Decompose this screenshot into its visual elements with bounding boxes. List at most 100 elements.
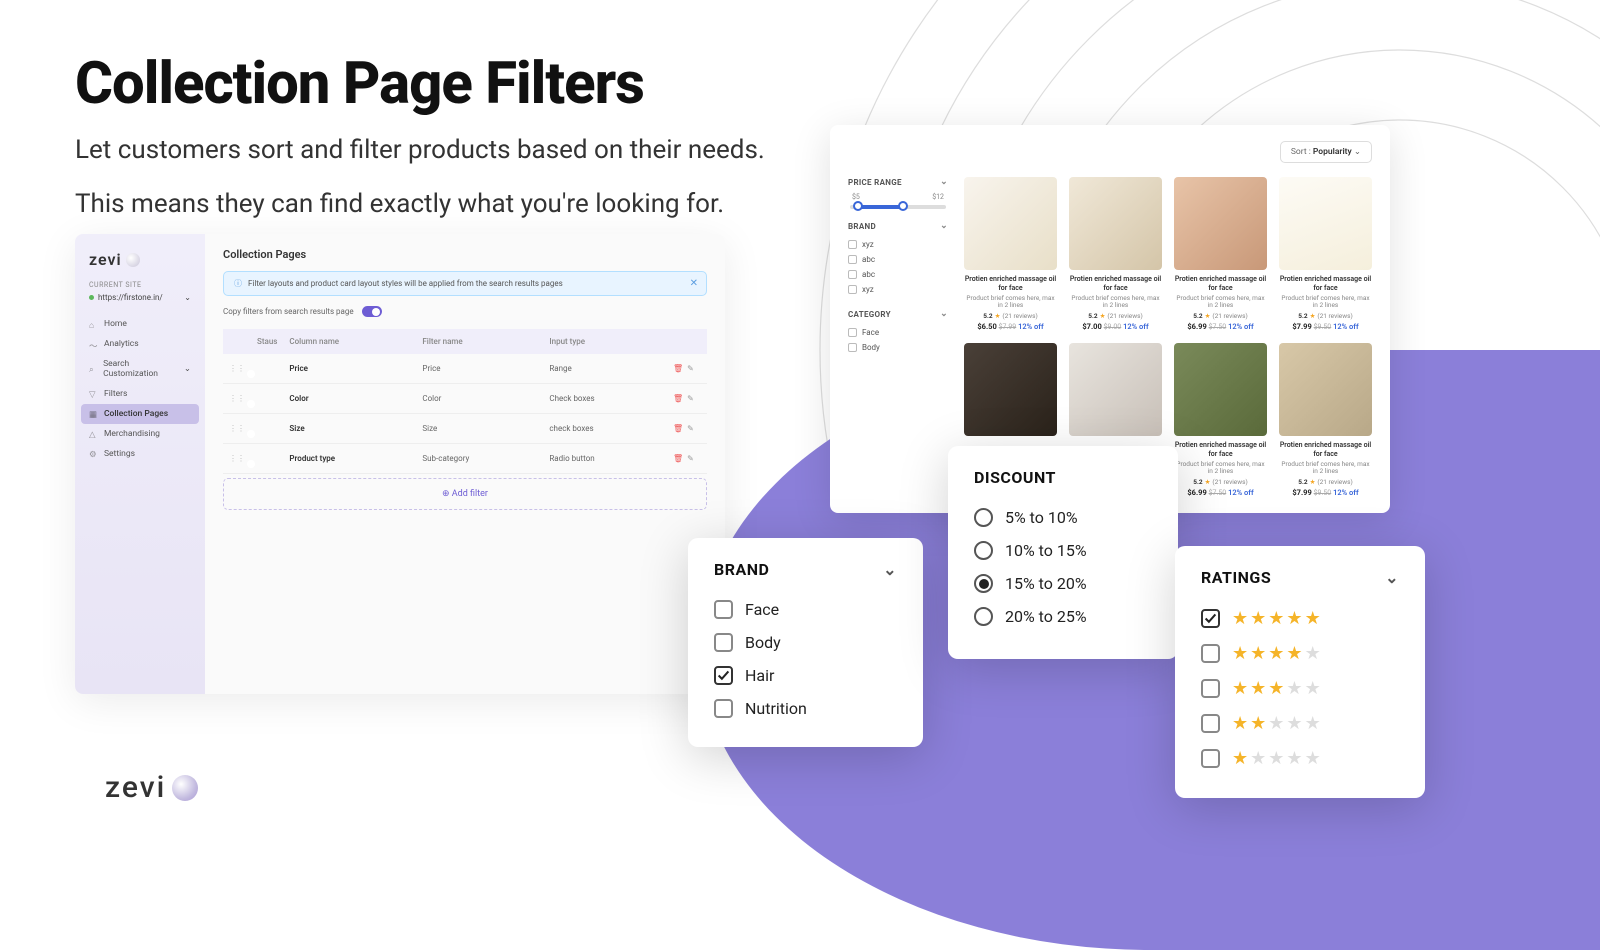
discount-option[interactable]: 20% to 25% bbox=[974, 600, 1152, 633]
checkbox-icon bbox=[714, 600, 733, 619]
checkbox-icon bbox=[1201, 749, 1220, 768]
checkbox-icon bbox=[848, 285, 857, 294]
discount-filter-popup: DISCOUNT 5% to 10%10% to 15%15% to 20%20… bbox=[948, 446, 1178, 659]
stars-icon: ★★★★★ bbox=[1232, 608, 1321, 629]
admin-page-title: Collection Pages bbox=[223, 248, 707, 261]
filter-option[interactable]: Face bbox=[848, 325, 948, 340]
radio-icon bbox=[974, 607, 993, 626]
brand-option[interactable]: Face bbox=[714, 593, 897, 626]
ratings-filter-popup: RATINGS⌄ ★★★★★★★★★★★★★★★★★★★★★★★★★ bbox=[1175, 546, 1425, 798]
delete-icon[interactable]: 🗑 bbox=[673, 454, 683, 463]
product-image bbox=[1069, 343, 1162, 436]
delete-icon[interactable]: 🗑 bbox=[673, 364, 683, 373]
rating-option[interactable]: ★★★★★ bbox=[1201, 706, 1399, 741]
filter-option[interactable]: xyz bbox=[848, 237, 948, 252]
site-selector[interactable]: https://firstone.in/⌄ bbox=[81, 289, 199, 314]
table-row: ⋮⋮SizeSizecheck boxes🗑 ✎ bbox=[223, 414, 707, 444]
status-dot-icon bbox=[89, 295, 94, 300]
discount-option[interactable]: 15% to 20% bbox=[974, 567, 1152, 600]
admin-panel: zevi CURRENT SITE https://firstone.in/⌄ … bbox=[75, 234, 725, 694]
th-column: Column name bbox=[283, 329, 416, 354]
product-card[interactable]: Protien enriched massage oil for facePro… bbox=[1279, 177, 1372, 331]
discount-option[interactable]: 5% to 10% bbox=[974, 501, 1152, 534]
banner-close-icon[interactable]: ✕ bbox=[690, 278, 698, 289]
checkbox-icon bbox=[848, 328, 857, 337]
rating-option[interactable]: ★★★★★ bbox=[1201, 601, 1399, 636]
filter-option[interactable]: abc bbox=[848, 252, 948, 267]
nav-collection-pages[interactable]: ▦Collection Pages bbox=[81, 404, 199, 424]
checkbox-icon bbox=[1201, 644, 1220, 663]
chevron-down-icon[interactable]: ⌄ bbox=[940, 221, 948, 231]
product-card[interactable]: Protien enriched massage oil for facePro… bbox=[1279, 343, 1372, 497]
product-card[interactable]: Protien enriched massage oil for facePro… bbox=[1174, 177, 1267, 331]
checkbox-icon bbox=[714, 633, 733, 652]
add-filter-button[interactable]: ⊕ Add filter bbox=[223, 478, 707, 510]
nav-settings[interactable]: ⚙Settings bbox=[81, 444, 199, 464]
radio-icon bbox=[974, 508, 993, 527]
brand-option[interactable]: Nutrition bbox=[714, 692, 897, 725]
brand-option[interactable]: Hair bbox=[714, 659, 897, 692]
logo-dot-icon bbox=[126, 253, 140, 267]
rating-option[interactable]: ★★★★★ bbox=[1201, 636, 1399, 671]
drag-icon[interactable]: ⋮⋮ bbox=[223, 354, 251, 384]
product-image bbox=[1279, 343, 1372, 436]
product-image bbox=[1069, 177, 1162, 270]
product-image bbox=[1174, 177, 1267, 270]
product-card[interactable]: Protien enriched massage oil for facePro… bbox=[1069, 177, 1162, 331]
filter-option[interactable]: abc bbox=[848, 267, 948, 282]
filter-price-range: PRICE RANGE⌄ $5$12 bbox=[848, 177, 948, 209]
info-banner: ⓘ Filter layouts and product card layout… bbox=[223, 271, 707, 296]
hero-line2: This means they can find exactly what yo… bbox=[75, 184, 765, 226]
page-title: Collection Page Filters bbox=[75, 50, 765, 118]
filter-option[interactable]: xyz bbox=[848, 282, 948, 297]
stars-icon: ★★★★★ bbox=[1232, 748, 1321, 769]
discount-option[interactable]: 10% to 15% bbox=[974, 534, 1152, 567]
copy-filters-row: Copy filters from search results page bbox=[223, 306, 707, 317]
chevron-down-icon[interactable]: ⌄ bbox=[940, 309, 948, 319]
stars-icon: ★★★★★ bbox=[1232, 678, 1321, 699]
admin-main: Collection Pages ⓘ Filter layouts and pr… bbox=[205, 234, 725, 694]
rating-option[interactable]: ★★★★★ bbox=[1201, 741, 1399, 776]
table-row: ⋮⋮PricePriceRange🗑 ✎ bbox=[223, 354, 707, 384]
logo-dot-icon bbox=[172, 775, 198, 801]
nav-analytics[interactable]: 〜Analytics bbox=[81, 334, 199, 354]
chevron-down-icon[interactable]: ⌄ bbox=[1385, 568, 1399, 587]
nav-merchandising[interactable]: △Merchandising bbox=[81, 424, 199, 444]
footer-logo: zevi bbox=[105, 770, 198, 805]
nav-filters[interactable]: ▽Filters bbox=[81, 384, 199, 404]
delete-icon[interactable]: 🗑 bbox=[673, 394, 683, 403]
delete-icon[interactable]: 🗑 bbox=[673, 424, 683, 433]
brand-filter-popup: BRAND ⌄ FaceBodyHairNutrition bbox=[688, 538, 923, 747]
drag-icon[interactable]: ⋮⋮ bbox=[223, 444, 251, 474]
drag-icon[interactable]: ⋮⋮ bbox=[223, 384, 251, 414]
product-card[interactable]: Protien enriched massage oil for facePro… bbox=[964, 177, 1057, 331]
edit-icon[interactable]: ✎ bbox=[687, 364, 694, 373]
radio-icon bbox=[974, 574, 993, 593]
table-row: ⋮⋮Product typeSub-categoryRadio button🗑 … bbox=[223, 444, 707, 474]
stars-icon: ★★★★★ bbox=[1232, 713, 1321, 734]
sort-dropdown[interactable]: Sort : Popularity ⌄ bbox=[1280, 141, 1372, 163]
radio-icon bbox=[974, 541, 993, 560]
brand-popup-title: BRAND bbox=[714, 560, 769, 579]
checkbox-icon bbox=[714, 699, 733, 718]
product-image bbox=[1174, 343, 1267, 436]
copy-filters-toggle[interactable] bbox=[362, 306, 382, 317]
brand-option[interactable]: Body bbox=[714, 626, 897, 659]
filter-category: CATEGORY⌄ FaceBody bbox=[848, 309, 948, 355]
product-image bbox=[964, 343, 1057, 436]
copy-filters-label: Copy filters from search results page bbox=[223, 307, 354, 316]
checkbox-icon bbox=[848, 270, 857, 279]
chevron-down-icon[interactable]: ⌄ bbox=[883, 560, 897, 579]
edit-icon[interactable]: ✎ bbox=[687, 424, 694, 433]
edit-icon[interactable]: ✎ bbox=[687, 454, 694, 463]
nav-search[interactable]: ⌕Search Customization⌄ bbox=[81, 354, 199, 384]
edit-icon[interactable]: ✎ bbox=[687, 394, 694, 403]
drag-icon[interactable]: ⋮⋮ bbox=[223, 414, 251, 444]
product-card[interactable]: Protien enriched massage oil for facePro… bbox=[1174, 343, 1267, 497]
nav-home[interactable]: ⌂Home bbox=[81, 314, 199, 334]
checkbox-icon bbox=[848, 240, 857, 249]
chevron-down-icon[interactable]: ⌄ bbox=[940, 177, 948, 187]
filter-option[interactable]: Body bbox=[848, 340, 948, 355]
rating-option[interactable]: ★★★★★ bbox=[1201, 671, 1399, 706]
price-slider[interactable] bbox=[850, 205, 946, 209]
